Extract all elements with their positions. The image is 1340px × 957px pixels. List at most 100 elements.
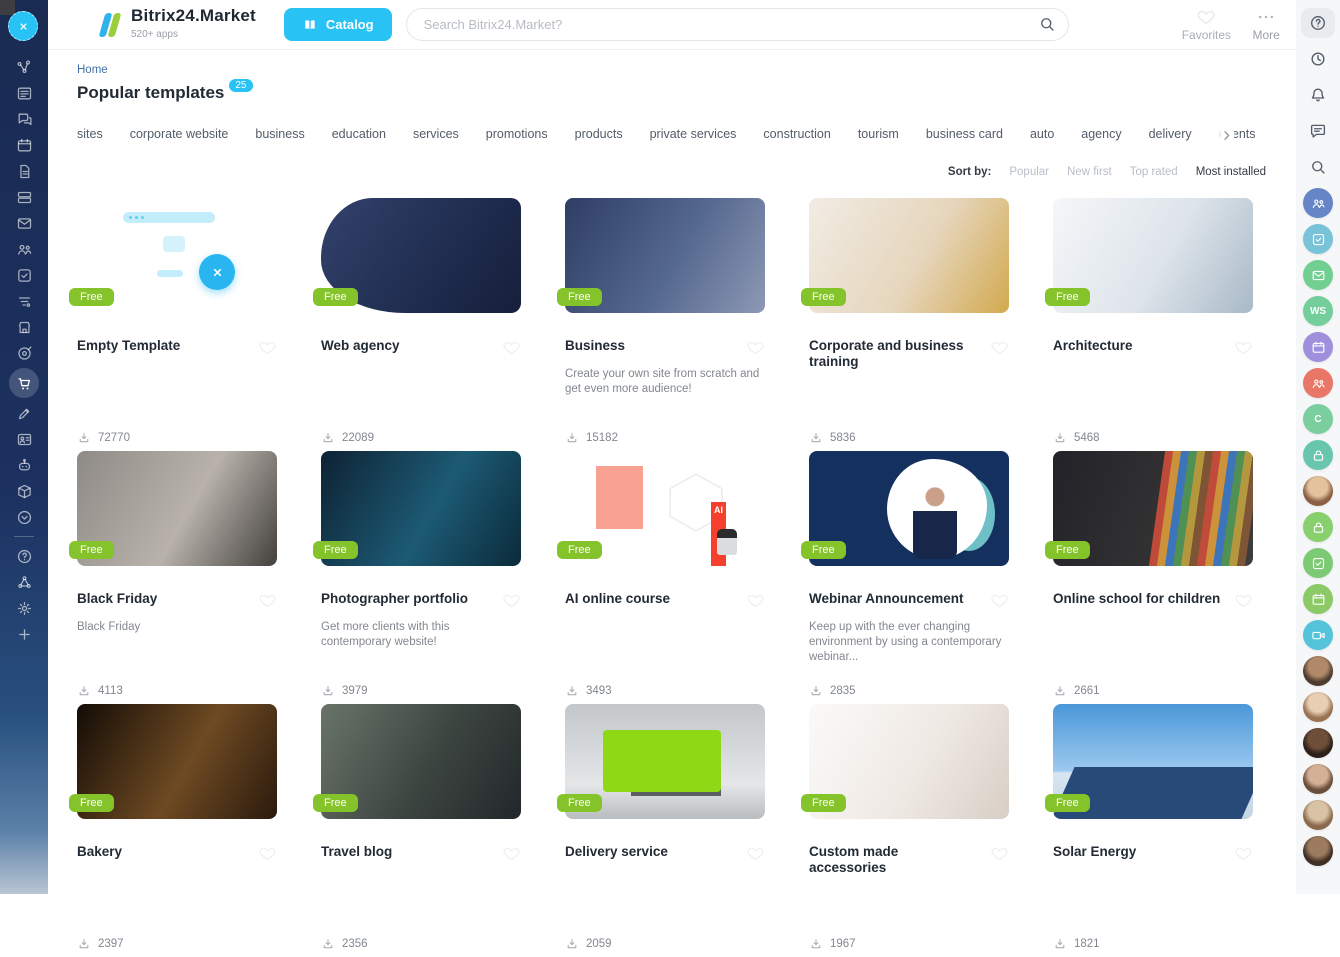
favorite-heart-icon[interactable] [258, 591, 277, 610]
tab-auto[interactable]: auto [1030, 127, 1054, 141]
sidebar-item-messenger[interactable] [9, 106, 39, 132]
template-title[interactable]: Business [565, 338, 625, 354]
template-title[interactable]: Travel blog [321, 844, 392, 860]
right-rail-tasks-button[interactable] [1303, 224, 1333, 254]
template-title[interactable]: Online school for children [1053, 591, 1220, 607]
template-thumbnail[interactable]: Free [77, 704, 277, 819]
template-thumbnail[interactable]: Free [77, 451, 277, 566]
tab-construction[interactable]: construction [763, 127, 830, 141]
sidebar-item-docs[interactable] [9, 158, 39, 184]
right-rail-calendar-button[interactable] [1303, 332, 1333, 362]
favorite-heart-icon[interactable] [746, 591, 765, 610]
tab-products[interactable]: products [575, 127, 623, 141]
template-thumbnail[interactable]: Free [809, 451, 1009, 566]
sidebar-item-crm[interactable] [9, 288, 39, 314]
favorite-heart-icon[interactable] [990, 591, 1009, 610]
sidebar-item-box[interactable] [9, 478, 39, 504]
breadcrumb-home-link[interactable]: Home [77, 64, 108, 76]
template-title[interactable]: Black Friday [77, 591, 157, 607]
template-thumbnail[interactable]: AI Free [565, 451, 765, 566]
avatar[interactable] [1303, 836, 1333, 866]
sidebar-item-help[interactable] [9, 543, 39, 569]
right-rail-help-button[interactable] [1301, 8, 1335, 38]
favorite-heart-icon[interactable] [258, 338, 277, 357]
sort-option-new-first[interactable]: New first [1067, 166, 1112, 178]
catalog-button[interactable]: Catalog [284, 8, 392, 41]
favorite-heart-icon[interactable] [258, 844, 277, 863]
template-title[interactable]: Web agency [321, 338, 400, 354]
sidebar-item-store[interactable] [9, 314, 39, 340]
sidebar-item-marketing[interactable] [9, 340, 39, 366]
sidebar-item-tasks[interactable] [9, 262, 39, 288]
right-rail-team-button[interactable] [1303, 368, 1333, 398]
favorite-heart-icon[interactable] [990, 338, 1009, 357]
tab-agency[interactable]: agency [1081, 127, 1121, 141]
template-thumbnail[interactable]: Free [77, 198, 277, 313]
template-thumbnail[interactable]: Free [1053, 704, 1253, 819]
template-title[interactable]: Delivery service [565, 844, 668, 860]
template-title[interactable]: Corporate and business training [809, 338, 979, 370]
avatar[interactable] [1303, 656, 1333, 686]
tab-corporate-website[interactable]: corporate website [130, 127, 229, 141]
more-button[interactable]: More [1236, 7, 1296, 42]
avatar[interactable] [1303, 476, 1333, 506]
tab-private-services[interactable]: private services [650, 127, 737, 141]
tab-tourism[interactable]: tourism [858, 127, 899, 141]
template-title[interactable]: AI online course [565, 591, 670, 607]
template-title[interactable]: Custom made accessories [809, 844, 979, 876]
template-title[interactable]: Photographer portfolio [321, 591, 468, 607]
right-rail-label-button[interactable]: WS [1303, 296, 1333, 326]
sidebar-item-gear[interactable] [9, 595, 39, 621]
template-thumbnail[interactable]: Free [321, 451, 521, 566]
right-rail-search-button[interactable] [1301, 152, 1335, 182]
template-thumbnail[interactable]: Free [1053, 198, 1253, 313]
favorite-heart-icon[interactable] [1234, 844, 1253, 863]
sidebar-item-sites[interactable] [9, 400, 39, 426]
sort-option-popular[interactable]: Popular [1009, 166, 1049, 178]
right-rail-chat-lines-button[interactable] [1301, 116, 1335, 146]
right-rail-video-button[interactable] [1303, 620, 1333, 650]
sort-option-top-rated[interactable]: Top rated [1130, 166, 1178, 178]
sidebar-item-structure[interactable] [9, 569, 39, 595]
template-title[interactable]: Architecture [1053, 338, 1133, 354]
template-thumbnail[interactable]: Free [321, 704, 521, 819]
template-thumbnail[interactable]: Free [321, 198, 521, 313]
sidebar-item-contact[interactable] [9, 426, 39, 452]
favorite-heart-icon[interactable] [502, 844, 521, 863]
sort-option-most-installed[interactable]: Most installed [1196, 166, 1266, 178]
sidebar-item-chevron-circle[interactable] [9, 504, 39, 530]
favorite-heart-icon[interactable] [502, 338, 521, 357]
favorite-heart-icon[interactable] [746, 338, 765, 357]
sidebar-item-calendar[interactable] [9, 132, 39, 158]
right-rail-clock-button[interactable] [1301, 44, 1335, 74]
favorite-heart-icon[interactable] [990, 844, 1009, 863]
right-rail-lock-button[interactable] [1303, 440, 1333, 470]
close-button[interactable] [8, 11, 38, 41]
tab-sites[interactable]: sites [77, 127, 103, 141]
sidebar-item-plus[interactable] [9, 621, 39, 647]
sidebar-item-cart[interactable] [9, 368, 39, 398]
template-thumbnail[interactable]: Free [809, 198, 1009, 313]
tab-business[interactable]: business [255, 127, 304, 141]
right-rail-team-button[interactable] [1303, 188, 1333, 218]
template-thumbnail[interactable]: Free [809, 704, 1009, 819]
tabs-scroll-right-icon[interactable] [1213, 128, 1234, 141]
sidebar-item-team[interactable] [9, 236, 39, 262]
tab-promotions[interactable]: promotions [486, 127, 548, 141]
tab-services[interactable]: services [413, 127, 459, 141]
sidebar-item-robot[interactable] [9, 452, 39, 478]
template-thumbnail[interactable]: Free [565, 704, 765, 819]
template-title[interactable]: Empty Template [77, 338, 180, 354]
right-rail-tasks-button[interactable] [1303, 548, 1333, 578]
sidebar-item-network[interactable] [9, 54, 39, 80]
template-thumbnail[interactable]: Free [565, 198, 765, 313]
template-title[interactable]: Bakery [77, 844, 122, 860]
avatar[interactable] [1303, 800, 1333, 830]
tab-business-card[interactable]: business card [926, 127, 1003, 141]
right-rail-lock-button[interactable] [1303, 512, 1333, 542]
favorite-heart-icon[interactable] [1234, 591, 1253, 610]
sidebar-item-mail[interactable] [9, 210, 39, 236]
tab-education[interactable]: education [332, 127, 386, 141]
bitrix24-market-logo[interactable]: Bitrix24.Market 520+ apps [100, 7, 256, 42]
avatar[interactable] [1303, 728, 1333, 758]
